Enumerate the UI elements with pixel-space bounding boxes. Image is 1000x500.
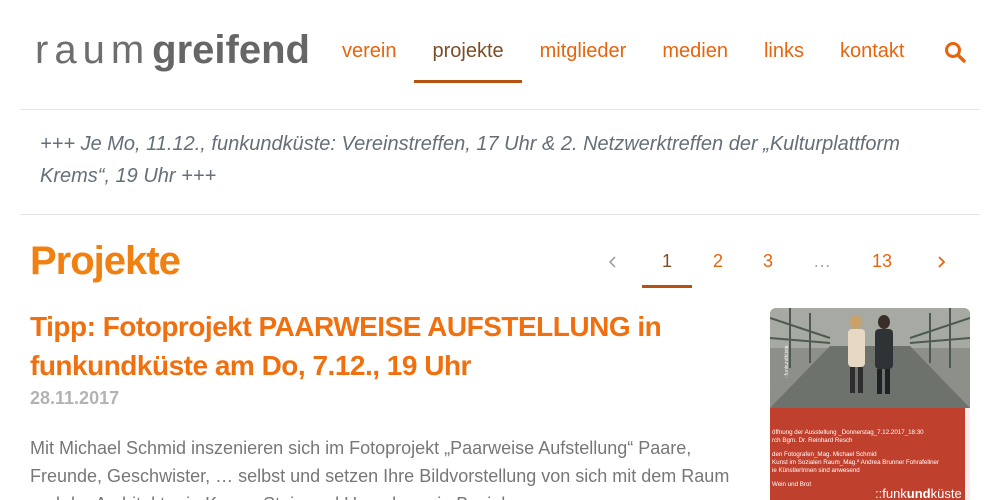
site-header: raumgreifend verein projekte mitglieder … (0, 0, 1000, 110)
header-divider (20, 109, 980, 110)
news-ticker: +++ Je Mo, 11.12., funkundküste: Vereins… (40, 133, 900, 187)
poster-line: Kunst im Sozialen Raum_Mag.ª Andrea Brun… (772, 459, 939, 466)
nav-item-kontakt[interactable]: kontakt (822, 28, 922, 83)
chevron-left-icon (608, 256, 616, 268)
article-thumbnail[interactable]: öffnung der Ausstellung _Donnerstag_7.12… (770, 308, 970, 500)
ticker-divider (20, 214, 980, 215)
search-button[interactable] (943, 40, 967, 64)
chevron-right-icon (938, 256, 946, 268)
pagination-prev[interactable] (598, 238, 628, 285)
pagination-ellipsis: … (813, 251, 831, 271)
nav-item-medien[interactable]: medien (644, 28, 746, 83)
poster-side-text: ::funkundküste (784, 345, 790, 378)
nav-item-mitglieder[interactable]: mitglieder (522, 28, 645, 83)
poster-line: rch Bgm. Dr. Reinhard Resch (772, 437, 853, 444)
poster-image: öffnung der Ausstellung _Donnerstag_7.12… (770, 308, 970, 500)
article-excerpt: Mit Michael Schmid inszenieren sich im F… (30, 438, 730, 500)
pagination-next[interactable] (926, 238, 956, 285)
poster-line: ie KünstlerInnen sind anwesend (772, 467, 860, 474)
pagination-page-last[interactable]: 13 (862, 238, 902, 285)
nav-item-links[interactable]: links (746, 28, 822, 83)
article-title-link[interactable]: Tipp: Fotoprojekt PAARWEISE AUFSTELLUNG … (30, 307, 750, 385)
logo-text-bold: greifend (152, 28, 310, 72)
poster-line: Wein und Brot (772, 481, 811, 488)
pagination-page-1[interactable]: 1 (642, 238, 692, 288)
poster-line: öffnung der Ausstellung _Donnerstag_7.12… (772, 429, 924, 436)
poster-line: den Fotografen_Mag. Michael Schmid (772, 451, 877, 458)
search-icon (945, 42, 966, 63)
nav-item-projekte[interactable]: projekte (414, 28, 522, 83)
poster-brand: ::funkundküste (875, 486, 962, 500)
pagination-page-2[interactable]: 2 (700, 238, 736, 285)
page-title: Projekte (30, 239, 181, 283)
nav-item-verein[interactable]: verein (324, 28, 414, 83)
logo-text-light: raum (35, 28, 151, 72)
site-logo[interactable]: raumgreifend (35, 27, 310, 73)
main-nav: verein projekte mitglieder medien links … (324, 28, 922, 84)
pagination-page-3[interactable]: 3 (750, 238, 786, 285)
article-date: 28.11.2017 (30, 388, 120, 408)
page: raumgreifend verein projekte mitglieder … (0, 0, 1000, 500)
